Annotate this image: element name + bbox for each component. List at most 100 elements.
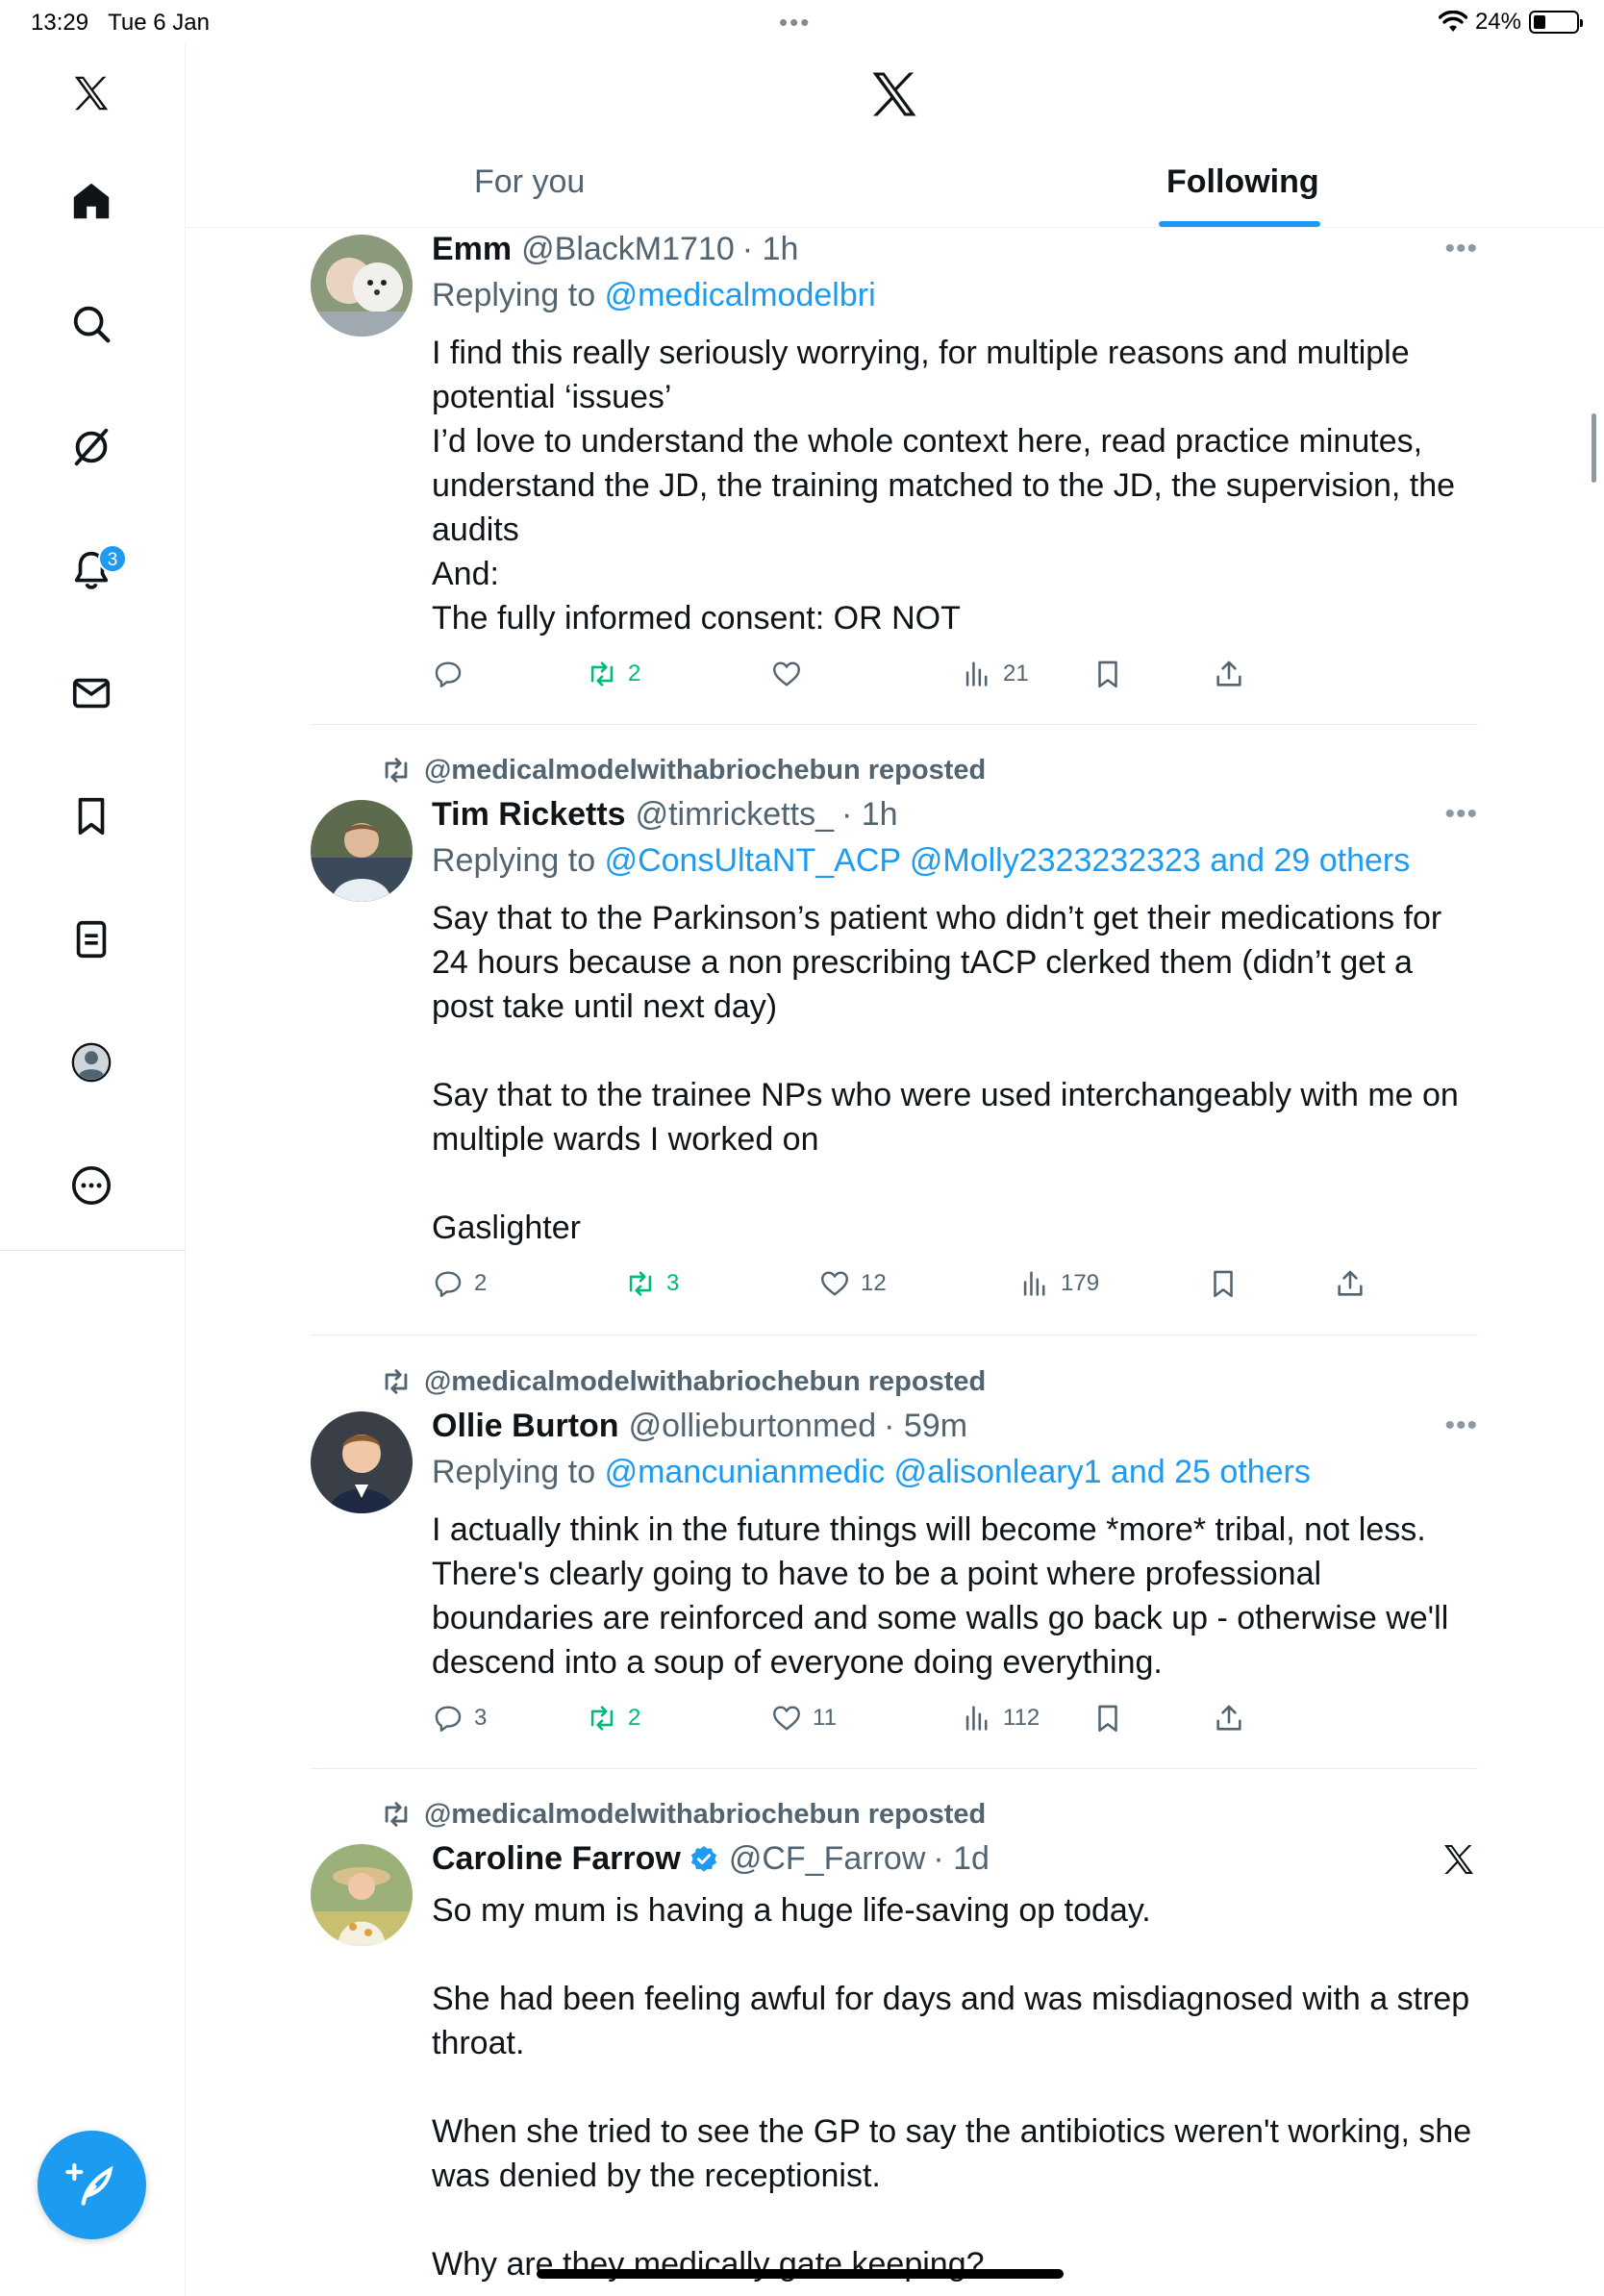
views-button[interactable]: 179	[1018, 1267, 1099, 1300]
home-indicator[interactable]	[537, 2269, 1064, 2279]
x-header-logo-icon[interactable]	[865, 65, 923, 123]
search-icon[interactable]	[63, 296, 119, 352]
x-source-icon[interactable]	[1440, 1840, 1478, 1879]
avatar[interactable]	[311, 1411, 413, 1513]
like-button[interactable]: 12	[818, 1267, 887, 1300]
replying-to: Replying to @ConsUltaNT_ACP @Molly232323…	[432, 842, 1411, 879]
replying-to: Replying to @mancunianmedic @alisonleary…	[432, 1454, 1311, 1490]
reply-icon	[435, 661, 462, 687]
sidebar-divider	[0, 1250, 186, 1251]
author-handle[interactable]: @ollieburtonmed	[629, 1408, 877, 1445]
tweet-actions: 2 3 12 179	[432, 1267, 1480, 1306]
views-button[interactable]: 112	[961, 1702, 1040, 1734]
compose-post-button[interactable]	[38, 2131, 146, 2239]
multitasking-dots[interactable]: •••	[779, 8, 811, 37]
tab-for-you[interactable]: For you	[474, 163, 585, 201]
like-button[interactable]: 11	[770, 1702, 837, 1734]
share-button[interactable]	[1213, 658, 1245, 690]
author-name[interactable]: Caroline Farrow	[432, 1840, 681, 1878]
repost-icon	[590, 1706, 614, 1731]
views-button[interactable]: 21	[961, 658, 1029, 690]
home-icon[interactable]	[63, 173, 119, 229]
author-handle[interactable]: @CF_Farrow	[729, 1840, 926, 1878]
tweet-actions: 2 21	[432, 658, 1480, 696]
reply-button[interactable]: 2	[432, 1267, 487, 1300]
avatar[interactable]	[311, 800, 413, 902]
avatar[interactable]	[311, 1844, 413, 1946]
views-icon	[1023, 1271, 1045, 1296]
battery-percent: 24%	[1474, 9, 1521, 35]
share-icon	[1338, 1270, 1363, 1296]
tweet-header: Ollie Burton @ollieburtonmed · 59m	[432, 1408, 967, 1445]
status-bar: 13:29 Tue 6 Jan ••• 24%	[0, 0, 1604, 42]
tweet-time[interactable]: · 59m	[884, 1408, 967, 1445]
like-button[interactable]	[770, 658, 813, 690]
more-options-icon[interactable]	[63, 1158, 119, 1213]
tweet-card[interactable]: @medicalmodelwithabriochebun reposted Ti…	[311, 748, 1478, 1325]
bookmarks-icon[interactable]	[63, 788, 119, 844]
replying-to: Replying to @medicalmodelbri	[432, 277, 876, 313]
bookmark-button[interactable]	[1207, 1267, 1240, 1300]
heart-icon	[773, 1706, 800, 1731]
share-button[interactable]	[1334, 1267, 1366, 1300]
views-icon	[965, 1706, 988, 1731]
profile-icon[interactable]	[63, 1035, 119, 1090]
share-icon	[1216, 1705, 1241, 1731]
tweet-card[interactable]: @medicalmodelwithabriochebun reposted Ol…	[311, 1360, 1478, 1763]
author-handle[interactable]: @BlackM1710	[521, 231, 735, 268]
bookmark-button[interactable]	[1091, 1702, 1124, 1734]
active-tab-indicator	[1159, 221, 1320, 227]
tweet-header: Emm @BlackM1710 · 1h	[432, 231, 798, 268]
notifications-badge: 3	[98, 544, 127, 573]
repost-button[interactable]: 2	[586, 1702, 640, 1734]
views-icon	[965, 661, 988, 686]
reply-mention-link[interactable]: @mancunianmedic @alisonleary1 and 25 oth…	[605, 1454, 1311, 1490]
tweet-text: I actually think in the future things wi…	[432, 1511, 1458, 1681]
tweet-actions: 3 2 11 112	[432, 1702, 1480, 1740]
repost-icon	[629, 1271, 652, 1296]
tweet-divider	[311, 724, 1478, 725]
feather-plus-icon	[64, 2162, 113, 2206]
reply-mention-link[interactable]: @ConsUltaNT_ACP @Molly2323232323 and 29 …	[605, 842, 1411, 879]
repost-button[interactable]: 3	[624, 1267, 679, 1300]
status-right: 24%	[1438, 9, 1583, 36]
reply-icon	[435, 1706, 462, 1732]
tweet-card[interactable]: @medicalmodelwithabriochebun reposted Ca…	[311, 1792, 1478, 2296]
tweet-card[interactable]: Emm @BlackM1710 · 1h ••• Replying to @me…	[311, 231, 1478, 716]
heart-icon	[773, 661, 800, 686]
author-name[interactable]: Ollie Burton	[432, 1408, 619, 1445]
scroll-indicator[interactable]	[1591, 413, 1596, 483]
more-icon[interactable]: •••	[1444, 1410, 1478, 1442]
author-name[interactable]: Tim Ricketts	[432, 796, 626, 834]
tweet-text: Say that to the Parkinson’s patient who …	[432, 900, 1459, 1246]
repost-icon	[385, 1802, 408, 1827]
author-handle[interactable]: @timricketts_	[636, 796, 834, 834]
tweet-divider	[311, 1768, 1478, 1769]
tweet-time[interactable]: · 1d	[933, 1840, 990, 1878]
notifications-icon[interactable]: 3	[63, 542, 127, 598]
tab-following[interactable]: Following	[1166, 163, 1319, 201]
more-icon[interactable]: •••	[1444, 233, 1478, 265]
tweet-text: I find this really seriously worrying, f…	[432, 335, 1456, 636]
messages-icon[interactable]	[63, 665, 119, 721]
more-icon[interactable]: •••	[1444, 798, 1478, 831]
status-time: 13:29 Tue 6 Jan	[31, 10, 210, 36]
reply-mention-link[interactable]: @medicalmodelbri	[605, 277, 876, 313]
reply-button[interactable]	[432, 658, 474, 690]
tweet-time[interactable]: · 1h	[841, 796, 898, 834]
grok-icon[interactable]	[63, 419, 119, 475]
x-logo-icon[interactable]	[63, 65, 119, 121]
avatar[interactable]	[311, 235, 413, 337]
share-button[interactable]	[1213, 1702, 1245, 1734]
tweet-header: Caroline Farrow @CF_Farrow · 1d	[432, 1840, 990, 1878]
reply-button[interactable]: 3	[432, 1702, 487, 1734]
lists-icon[interactable]	[63, 911, 119, 967]
sidebar: 3	[0, 42, 186, 2296]
bookmark-button[interactable]	[1091, 658, 1124, 690]
repost-button[interactable]: 2	[586, 658, 640, 690]
tweet-time[interactable]: · 1h	[742, 231, 799, 268]
author-name[interactable]: Emm	[432, 231, 512, 268]
wifi-icon	[1438, 11, 1467, 32]
share-icon	[1216, 661, 1241, 686]
tweet-text: So my mum is having a huge life-saving o…	[432, 1892, 1472, 2283]
